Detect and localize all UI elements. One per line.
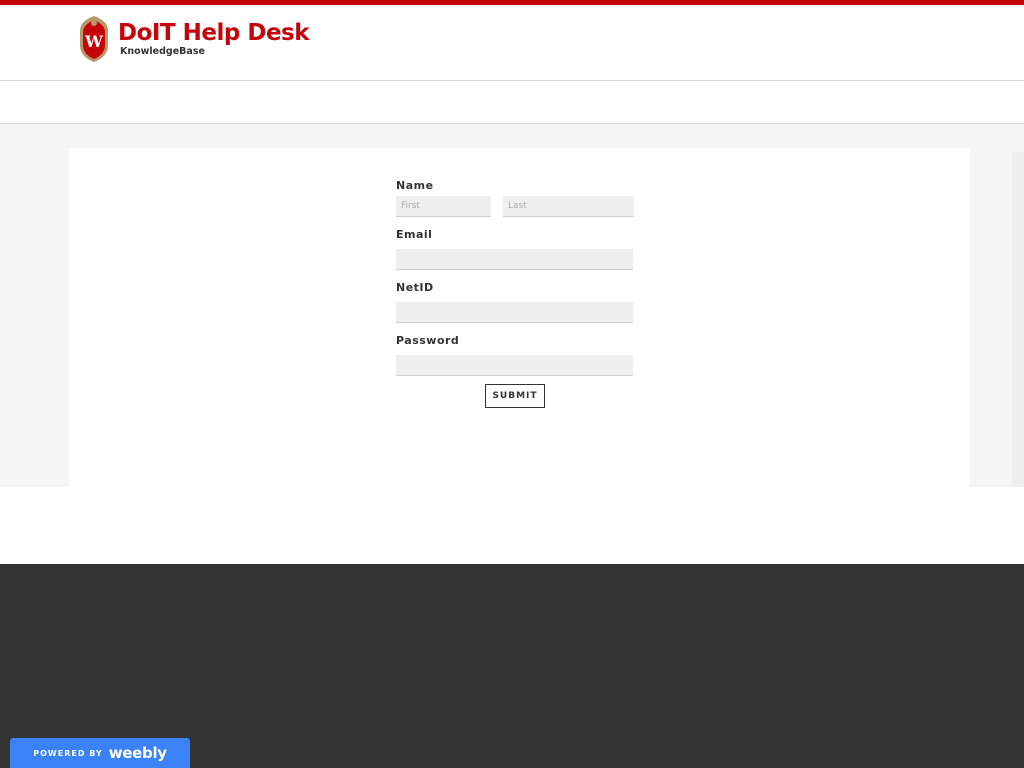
last-name-input[interactable] xyxy=(503,196,634,217)
powered-by-weebly-badge[interactable]: POWERED BY weebly xyxy=(10,738,190,768)
powered-by-text: POWERED BY xyxy=(33,748,103,758)
site-title: DoIT Help Desk xyxy=(118,20,310,46)
site-header: W DoIT Help Desk KnowledgeBase xyxy=(0,5,1024,81)
site-logo[interactable]: W DoIT Help Desk KnowledgeBase xyxy=(78,15,310,63)
password-input[interactable] xyxy=(396,355,633,376)
svg-text:W: W xyxy=(84,32,104,51)
page: W DoIT Help Desk KnowledgeBase Name Emai… xyxy=(0,0,1024,768)
submit-button[interactable]: SUBMIT xyxy=(485,384,545,408)
site-subtitle: KnowledgeBase xyxy=(120,46,205,57)
netid-field-group: NetID xyxy=(396,280,634,323)
login-form: Name Email NetID Password SUBMIT xyxy=(396,178,634,408)
email-input[interactable] xyxy=(396,249,633,270)
weebly-logo: weebly xyxy=(108,744,167,762)
email-label: Email xyxy=(396,228,433,241)
email-field-group: Email xyxy=(396,227,634,270)
name-field-group: Name xyxy=(396,178,634,217)
password-field-group: Password xyxy=(396,333,634,376)
netid-label: NetID xyxy=(396,281,434,294)
first-name-input[interactable] xyxy=(396,196,491,217)
side-panel-edge xyxy=(1012,152,1024,487)
netid-input[interactable] xyxy=(396,302,633,323)
password-label: Password xyxy=(396,334,460,347)
name-label: Name xyxy=(396,179,434,192)
nav-bar xyxy=(0,81,1024,124)
uw-crest-icon: W xyxy=(80,16,108,62)
content-bottom-band xyxy=(0,487,1024,564)
